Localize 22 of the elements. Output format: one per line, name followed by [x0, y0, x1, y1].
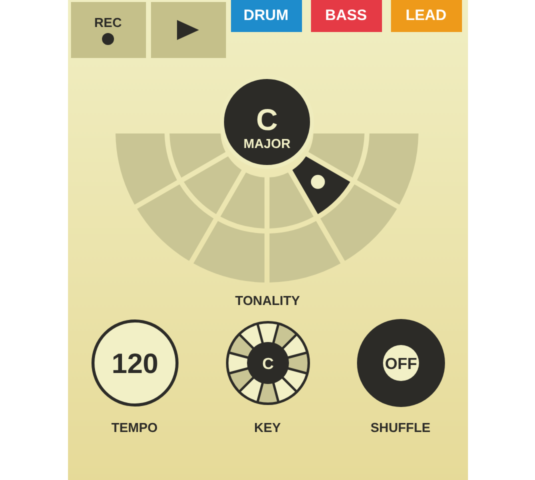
tempo-value: 120	[111, 348, 158, 378]
shuffle-dial[interactable]: OFF	[356, 318, 444, 406]
record-button[interactable]: REC	[70, 2, 146, 58]
tonality-key: C	[256, 104, 278, 137]
record-icon	[102, 32, 114, 44]
shuffle-label: SHUFFLE	[370, 418, 430, 436]
key-value: C	[262, 356, 274, 372]
tempo-label: TEMPO	[111, 418, 158, 436]
tonality-segment[interactable]	[292, 156, 350, 214]
tonality-mode: MAJOR	[243, 136, 290, 151]
tonality-label: TONALITY	[235, 292, 300, 310]
shuffle-value: OFF	[384, 356, 416, 372]
play-icon	[177, 20, 199, 40]
key-dial[interactable]: C	[224, 318, 312, 406]
play-button[interactable]	[150, 2, 226, 58]
key-label: KEY	[254, 418, 281, 436]
tonality-segment[interactable]	[320, 184, 396, 261]
tonality-segment[interactable]	[269, 172, 314, 228]
track-tab[interactable]: DRUM	[230, 0, 302, 32]
track-tab[interactable]: BASS	[310, 0, 382, 32]
tonality-segment[interactable]	[308, 134, 364, 178]
tempo-dial[interactable]: 120	[90, 318, 178, 406]
